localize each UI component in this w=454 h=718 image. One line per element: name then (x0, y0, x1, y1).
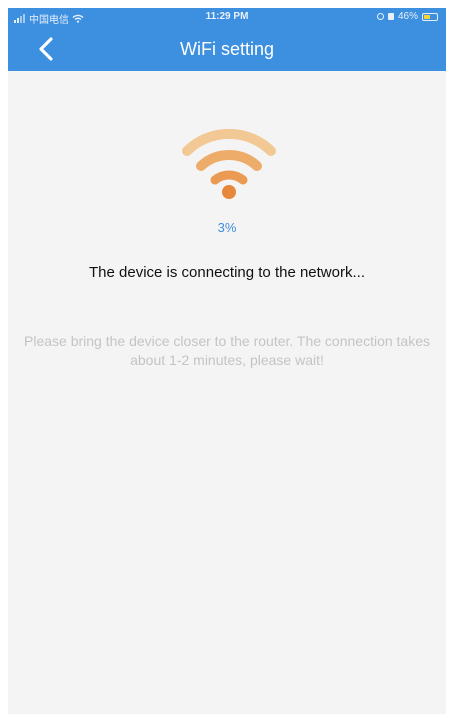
hint-text: Please bring the device closer to the ro… (24, 333, 430, 368)
status-bar: 中国电信 11:29 PM 46% (8, 8, 446, 26)
orientation-lock-icon (376, 13, 384, 20)
wifi-icon (182, 128, 276, 199)
progress-percent: 3% (217, 220, 237, 235)
battery-icon (422, 12, 438, 21)
battery-percent: 46% (397, 11, 418, 22)
connecting-message: The device is connecting to the network.… (89, 264, 365, 281)
page-title: WiFi setting (179, 39, 275, 59)
header-bar: 中国电信 11:29 PM 46% WiFi setting (8, 8, 446, 71)
status-right: 46% (376, 11, 438, 22)
alarm-icon (387, 13, 394, 20)
app-screen: 中国电信 11:29 PM 46% WiFi setting 3% The de… (8, 8, 446, 714)
